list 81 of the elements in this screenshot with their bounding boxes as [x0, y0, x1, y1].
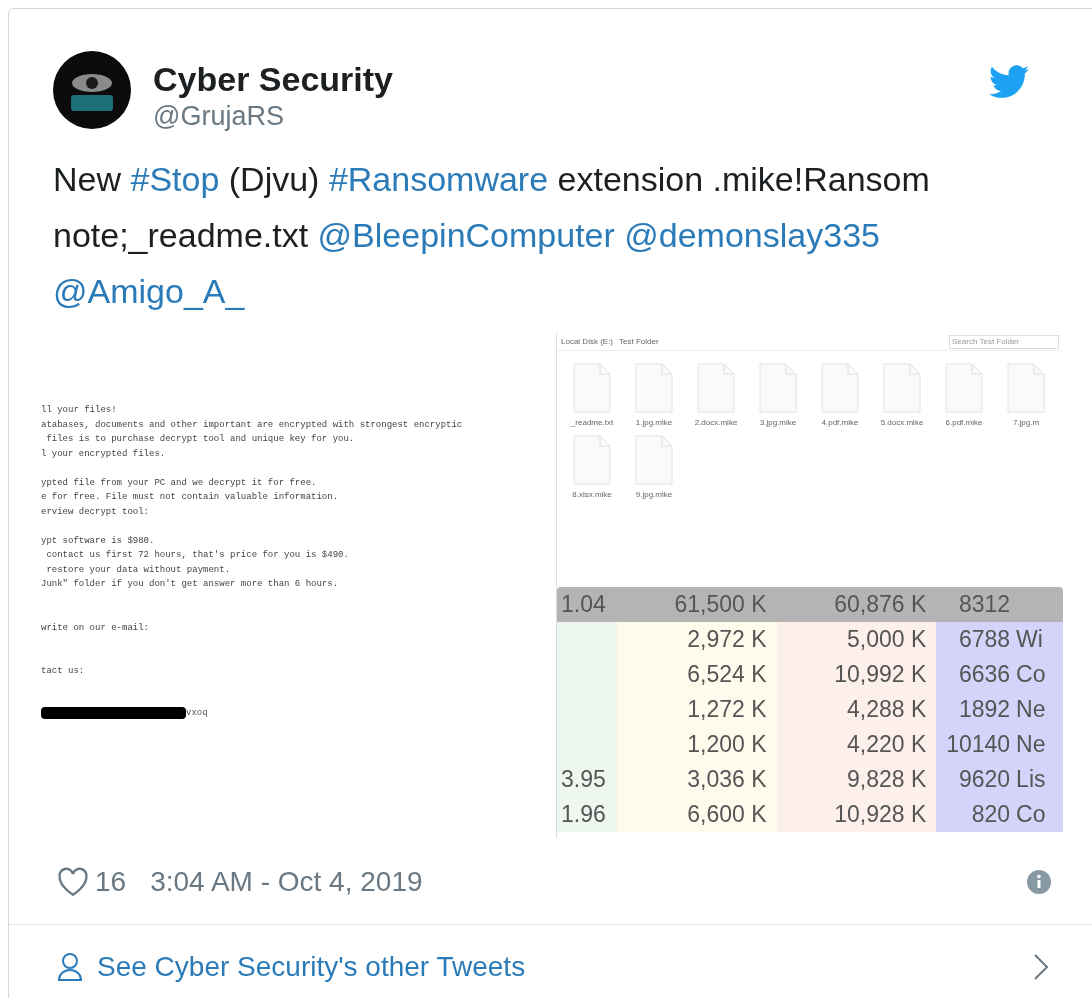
file-item[interactable]: 3.jpg.mike	[749, 363, 807, 429]
note-line: ll your files!	[41, 404, 118, 417]
note-line: vxoq	[186, 706, 208, 720]
table-cell: 6,524 K	[616, 657, 777, 692]
chevron-right-icon[interactable]	[1033, 952, 1049, 981]
file-item[interactable]: 9.jpg.mike	[625, 435, 683, 501]
other-tweets-link[interactable]: See Cyber Security's other Tweets	[97, 945, 526, 988]
table-cell: Ne	[1014, 692, 1063, 727]
note-line: ypted file from your PC and we decrypt it for free.	[41, 476, 318, 490]
table-cell: 3,036 K	[616, 762, 777, 797]
like-count: 16	[95, 865, 127, 899]
table-cell: 10,992 K	[776, 657, 937, 692]
tweet-link[interactable]: @demonslay335	[624, 216, 880, 254]
table-cell: 10140	[936, 727, 1015, 762]
table-cell: 2,972 K	[616, 622, 777, 657]
table-cell: 6,600 K	[616, 797, 777, 832]
tweet-timestamp[interactable]: 3:04 AM - Oct 4, 2019	[150, 861, 423, 903]
tweet-link[interactable]: #Ransomware	[328, 160, 549, 198]
file-item[interactable]: 2.docx.mike	[687, 363, 745, 429]
twitter-bird-icon[interactable]	[989, 65, 1029, 99]
note-line: tact us:	[41, 665, 86, 678]
table-cell: 3.95	[557, 762, 617, 797]
person-icon	[57, 951, 83, 982]
tweet-link[interactable]: #Stop	[130, 160, 220, 198]
table-row[interactable]: 6,524 K 10,992 K 6636 Co	[557, 657, 1063, 692]
table-cell-text: 1.04	[560, 590, 607, 619]
table-cell-text: 8312	[957, 590, 1012, 619]
table-cell: Lis	[1014, 762, 1063, 797]
breadcrumb-item[interactable]: Local Disk (E:)	[561, 335, 613, 348]
table-cell: 4,220 K	[776, 727, 937, 762]
table-cell-text: 61,500 K	[673, 590, 768, 619]
table-row[interactable]: 1,200 K 4,220 K 10140 Ne	[557, 727, 1063, 762]
breadcrumb-item[interactable]: Test Folder	[619, 335, 659, 348]
file-item[interactable]: 8.xlsx.mike	[563, 435, 621, 501]
file-item[interactable]: 1.jpg.mike	[625, 363, 683, 429]
table-cell-text: 60,876 K	[833, 590, 928, 619]
author-name[interactable]: Cyber Security	[153, 59, 393, 99]
note-line: l your encrypted files.	[41, 447, 167, 461]
table-row[interactable]: 1.96 6,600 K 10,928 K 820 Co	[557, 797, 1063, 832]
table-cell: 10,928 K	[776, 797, 937, 832]
tweet-link[interactable]: @Amigo_A_	[53, 272, 245, 310]
note-line: Junk" folder if you don't get answer more than 6 hours.	[41, 578, 340, 591]
file-item[interactable]: 4.pdf.mike	[811, 363, 869, 429]
file-item[interactable]: 7.jpg.m	[997, 363, 1055, 429]
file-item[interactable]: 5.docx.mike	[873, 363, 931, 429]
note-line: write on our e-mail:	[41, 621, 151, 635]
table-cell: 6788	[936, 622, 1015, 657]
table-cell: 1,200 K	[616, 727, 777, 762]
table-cell: Co	[1014, 797, 1063, 832]
note-line: atabases, documents and other important are encrypted with strongest encryptic	[41, 418, 464, 432]
note-line: erview decrypt tool:	[41, 505, 151, 519]
table-cell: 6636	[936, 657, 1015, 692]
file-item[interactable]: 6.pdf.mike	[935, 363, 993, 429]
table-cell	[557, 622, 617, 657]
table-row[interactable]: 3.95 3,036 K 9,828 K 9620 Lis	[557, 762, 1063, 797]
table-cell: Ne	[1014, 727, 1063, 762]
table-cell: 820	[936, 797, 1015, 832]
table-cell: 4,288 K	[776, 692, 937, 727]
author-handle[interactable]: @GrujaRS	[153, 99, 393, 133]
table-row[interactable]: 1.04 61,500 K 60,876 K 8312	[557, 587, 1063, 622]
table-cell: Co	[1014, 657, 1063, 692]
info-icon[interactable]	[1027, 870, 1051, 894]
note-line: e for free. File must not contain valuable information.	[41, 491, 340, 504]
note-line: ypt software is $980.	[41, 534, 156, 548]
note-line: contact us first 72 hours, that's price for you is $490.	[45, 549, 350, 562]
file-item[interactable]: _readme.txt	[563, 363, 621, 429]
note-line: files is to purchase decrypt tool and unique key for you.	[45, 433, 356, 446]
table-cell: 1892	[936, 692, 1015, 727]
tweet-text: New #Stop (Djvu) #Ransomware extension .mike!Ransom note;_readme.txt @BleepinComputer @demonslay335 @Amigo_A_	[53, 159, 931, 312]
avatar[interactable]	[53, 51, 131, 129]
table-cell: 9,828 K	[776, 762, 937, 797]
tweet-link[interactable]: @BleepinComputer	[317, 216, 615, 254]
table-cell: 5,000 K	[776, 622, 937, 657]
table-row[interactable]: 1,272 K 4,288 K 1892 Ne	[557, 692, 1063, 727]
table-cell: 1.96	[557, 797, 617, 832]
table-cell: 9620	[936, 762, 1015, 797]
table-cell: Wi	[1014, 622, 1063, 657]
table-row[interactable]: 2,972 K 5,000 K 6788 Wi	[557, 622, 1063, 657]
heart-icon[interactable]	[57, 867, 89, 897]
note-line: restore your data without payment.	[45, 563, 232, 577]
table-cell: 1,272 K	[616, 692, 777, 727]
